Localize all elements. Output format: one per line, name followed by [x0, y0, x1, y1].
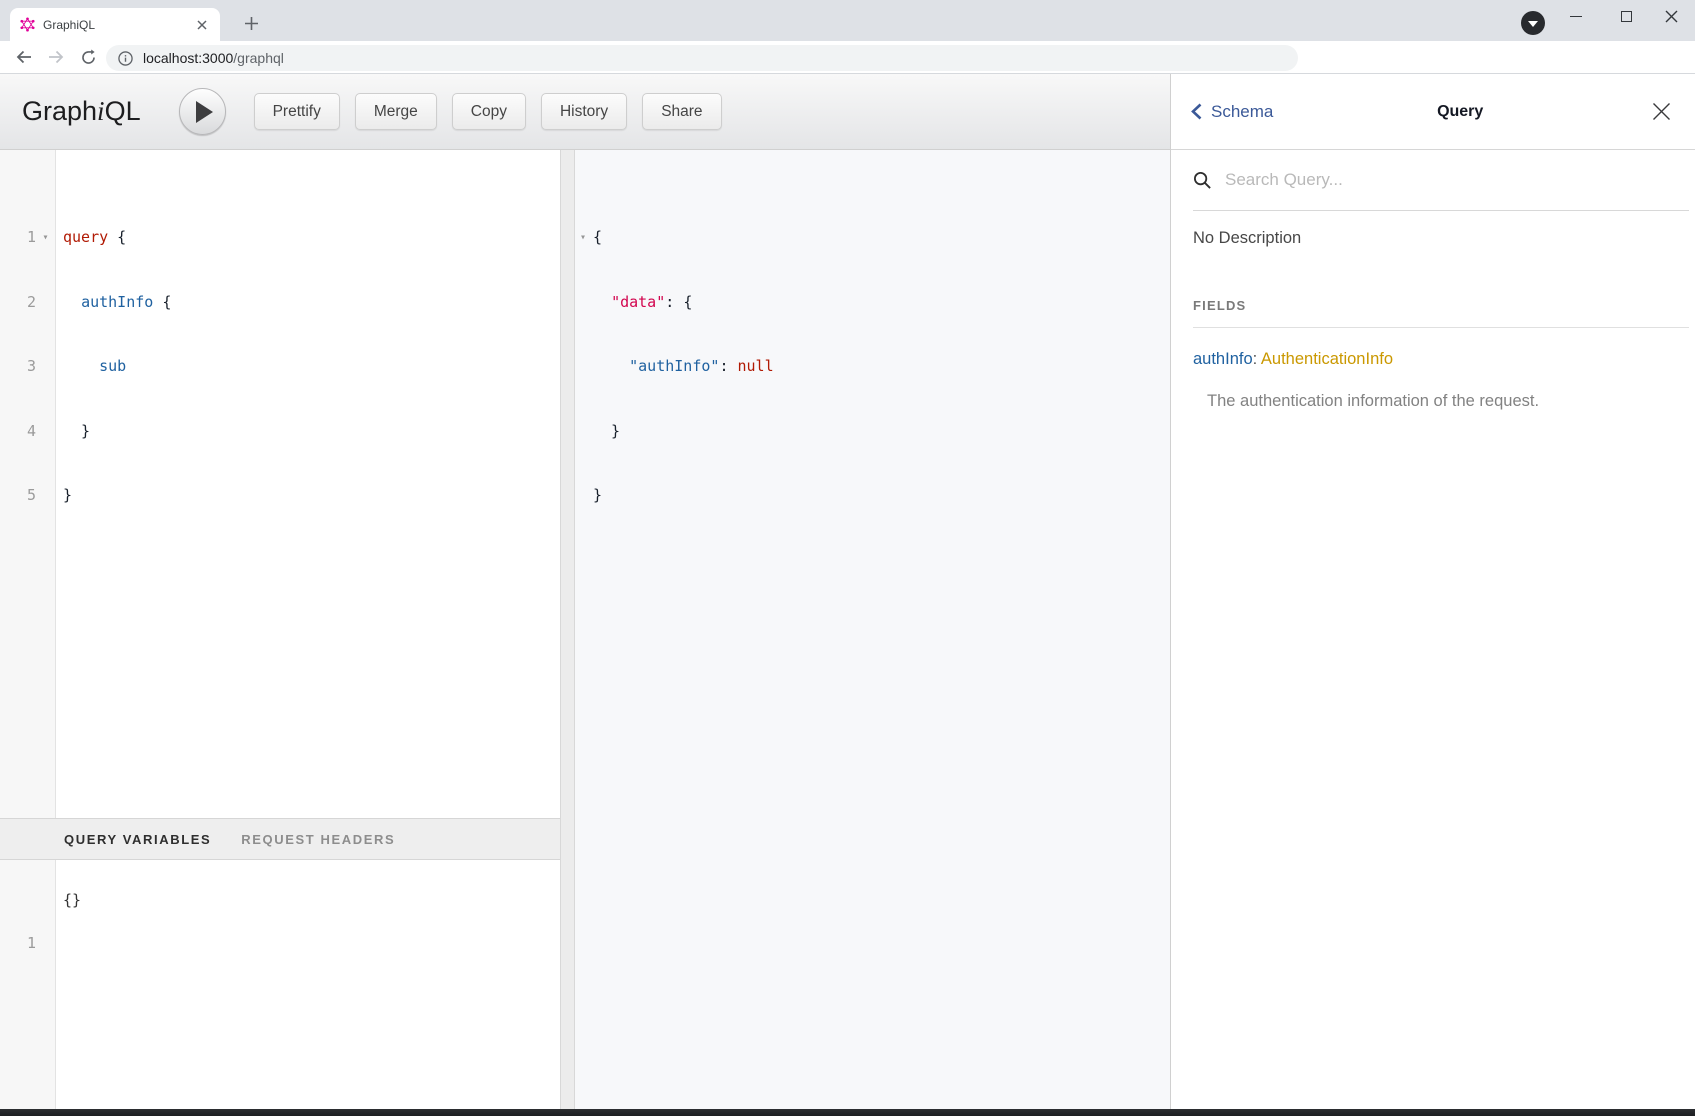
- forward-arrow-icon: [47, 48, 65, 66]
- doc-explorer-title: Query: [1273, 103, 1647, 121]
- query-editor-code[interactable]: query { authInfo { sub } }: [56, 150, 171, 818]
- line-number: 1: [0, 227, 36, 249]
- tab-search-button[interactable]: [1521, 11, 1545, 35]
- graphql-favicon-icon: [20, 17, 35, 32]
- doc-back-link[interactable]: Schema: [1191, 102, 1273, 122]
- play-icon: [196, 101, 213, 123]
- graphiql-logo: GraphiQL: [22, 96, 141, 127]
- taskbar-edge: [0, 1109, 1695, 1116]
- secondary-editor-tabs: QUERY VARIABLES REQUEST HEADERS: [0, 818, 560, 860]
- editor-result-divider[interactable]: [560, 150, 575, 1109]
- back-arrow-icon: [15, 48, 33, 66]
- url-host: localhost:3000: [143, 50, 233, 66]
- url-path: /graphql: [233, 50, 284, 66]
- share-button[interactable]: Share: [642, 93, 721, 130]
- doc-search-input[interactable]: [1223, 169, 1603, 191]
- tab-close-icon[interactable]: [194, 17, 210, 33]
- variables-gutter: 1: [0, 860, 56, 1109]
- url-text[interactable]: localhost:3000/graphql: [143, 50, 284, 66]
- line-number: 4: [0, 421, 36, 443]
- history-button[interactable]: History: [541, 93, 627, 130]
- fold-arrow-icon[interactable]: ▾: [575, 227, 591, 249]
- tab-request-headers[interactable]: REQUEST HEADERS: [241, 832, 395, 847]
- doc-explorer-body: No Description FIELDS authInfo: Authenti…: [1171, 211, 1695, 411]
- field-type-link[interactable]: AuthenticationInfo: [1261, 350, 1393, 368]
- line-number: 2: [0, 292, 36, 314]
- browser-toolbar: localhost:3000/graphql P Tp L Aktualisie…: [0, 41, 1695, 74]
- execute-query-button[interactable]: [179, 88, 226, 135]
- doc-close-button[interactable]: [1647, 98, 1675, 126]
- search-icon: [1193, 171, 1212, 190]
- chevron-left-icon: [1191, 103, 1202, 120]
- field-description: The authentication information of the re…: [1207, 392, 1673, 411]
- type-description: No Description: [1193, 229, 1673, 248]
- doc-explorer: Schema Query No Description FIELDS authI…: [1170, 74, 1695, 1109]
- code-line: authInfo {: [63, 292, 171, 314]
- caret-down-icon: [1528, 21, 1538, 27]
- reload-icon: [80, 49, 97, 66]
- new-tab-button[interactable]: [238, 10, 264, 36]
- site-info-icon[interactable]: [118, 51, 133, 66]
- close-x-icon: [1652, 102, 1671, 121]
- maximize-icon: [1621, 11, 1632, 22]
- doc-search-row: [1193, 150, 1689, 211]
- query-editor-gutter: 1 2 3 4 5 ▾: [0, 150, 56, 818]
- graphiql-toolbar: GraphiQL Prettify Merge Copy History Sha…: [0, 74, 1170, 150]
- browser-tab-graphiql[interactable]: GraphiQL: [10, 8, 220, 41]
- fold-arrow-icon[interactable]: ▾: [36, 227, 55, 249]
- fields-section-header: FIELDS: [1193, 298, 1689, 328]
- code-line: }: [63, 421, 171, 443]
- tab-title: GraphiQL: [43, 18, 194, 32]
- code-line: }: [63, 485, 171, 507]
- result-viewer: ▾ { "data": { "authInfo": null } }: [575, 150, 1170, 1109]
- variables-code[interactable]: {}: [56, 860, 81, 1109]
- code-line: "data": {: [593, 292, 774, 314]
- line-number: 3: [0, 356, 36, 378]
- code-line: sub: [63, 356, 171, 378]
- reload-button[interactable]: [74, 43, 102, 71]
- result-code: { "data": { "authInfo": null } }: [591, 150, 774, 1109]
- browser-tabstrip: GraphiQL: [0, 0, 1695, 41]
- field-entry: authInfo: AuthenticationInfo: [1193, 350, 1673, 369]
- query-editor[interactable]: 1 2 3 4 5 ▾ query { authInfo { sub } }: [0, 150, 560, 818]
- field-name-link[interactable]: authInfo: [1193, 350, 1253, 368]
- window-maximize-button[interactable]: [1611, 2, 1641, 30]
- line-number: 1: [0, 933, 36, 955]
- close-icon: [1665, 10, 1678, 23]
- forward-button[interactable]: [42, 43, 70, 71]
- window-close-button[interactable]: [1656, 2, 1686, 30]
- code-line: }: [593, 485, 774, 507]
- code-line: query {: [63, 227, 171, 249]
- copy-button[interactable]: Copy: [452, 93, 526, 130]
- back-button[interactable]: [10, 43, 38, 71]
- query-variables-editor[interactable]: 1 {}: [0, 860, 560, 1109]
- line-number: 5: [0, 485, 36, 507]
- code-line: }: [593, 421, 774, 443]
- tab-query-variables[interactable]: QUERY VARIABLES: [64, 832, 211, 847]
- window-minimize-button[interactable]: [1561, 2, 1591, 30]
- code-line: {: [593, 227, 774, 249]
- minimize-icon: [1570, 16, 1582, 17]
- merge-button[interactable]: Merge: [355, 93, 437, 130]
- address-bar[interactable]: localhost:3000/graphql: [106, 45, 1298, 71]
- code-line: "authInfo": null: [593, 356, 774, 378]
- prettify-button[interactable]: Prettify: [254, 93, 340, 130]
- doc-explorer-header: Schema Query: [1171, 74, 1695, 150]
